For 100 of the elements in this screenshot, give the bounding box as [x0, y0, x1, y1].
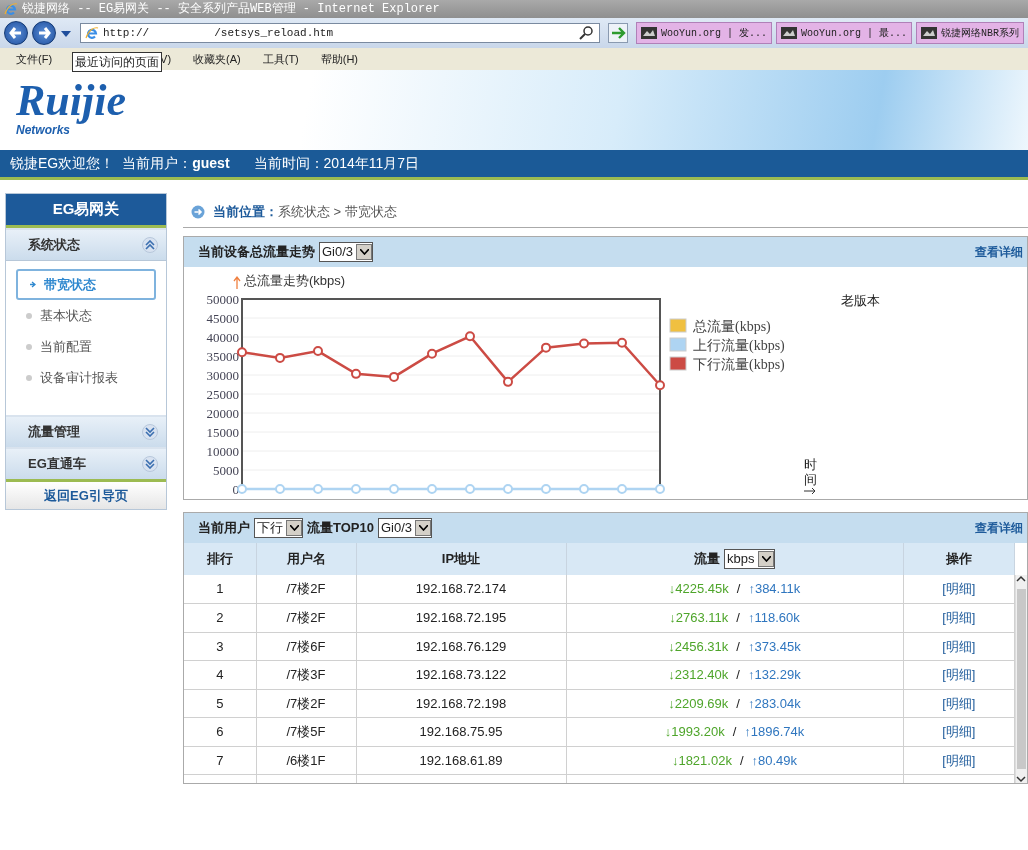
detail-link[interactable]: [明细]: [942, 695, 976, 711]
column-header: 用户名: [256, 543, 356, 575]
browser-tab[interactable]: WooYun.org | 最...: [775, 22, 912, 44]
table-cell: 4: [184, 660, 256, 689]
sidebar-item[interactable]: 设备审计报表: [14, 362, 158, 393]
sidebar-item[interactable]: 当前配置: [14, 331, 158, 362]
address-field[interactable]: http:// /setsys_reload.htm: [80, 23, 600, 43]
site-icon: [780, 26, 797, 39]
separator: /: [736, 666, 740, 684]
x-axis-title: 时间: [804, 458, 817, 487]
panel-title: 流量TOP10: [307, 519, 374, 538]
section-label: 流量管理: [28, 423, 80, 442]
y-tick-label: 5000: [213, 463, 239, 478]
y-tick-label: 45000: [206, 311, 239, 326]
data-point: [541, 484, 551, 494]
detail-link[interactable]: [明细]: [942, 752, 976, 768]
caret-icon: [290, 525, 299, 531]
y-tick-label: 0: [232, 482, 239, 497]
table-cell: 192.168.75.95: [356, 717, 566, 746]
old-version-label: 老版本: [841, 292, 880, 310]
section-header[interactable]: EG直通车: [6, 447, 166, 479]
data-point: [389, 484, 399, 494]
download-rate: ↓2312.40k: [668, 666, 729, 684]
browser-tab[interactable]: 锐捷网络NBR系列: [916, 22, 1024, 44]
detail-link[interactable]: [明细]: [942, 581, 976, 597]
unit-select[interactable]: kbps: [724, 549, 775, 569]
download-rate: ↓1993.20k: [664, 723, 725, 741]
tooltip: 最近访问的页面: [72, 52, 162, 72]
logo-subtitle: Networks: [16, 123, 71, 139]
details-link[interactable]: 查看详细: [975, 519, 1023, 537]
upload-rate: ↑1896.74k: [744, 723, 805, 741]
section-label: 系统状态: [28, 236, 80, 255]
back-link[interactable]: 返回EG引导页: [6, 479, 166, 509]
interface-select[interactable]: Gi0/3: [377, 518, 433, 538]
user-name: guest: [192, 154, 230, 173]
data-point: [541, 342, 551, 353]
detail-link[interactable]: [明细]: [942, 724, 976, 739]
download-rate: ↓2456.31k: [668, 637, 729, 656]
upload-rate: ↑373.45k: [747, 637, 801, 656]
table-cell: /7楼3F: [256, 660, 356, 689]
menu-item[interactable]: 工具(T): [262, 50, 299, 68]
table-cell: 6: [184, 717, 256, 746]
details-link[interactable]: 查看详细: [975, 243, 1023, 261]
separator: /: [736, 609, 740, 627]
y-tick-label: 50000: [206, 292, 239, 307]
current-time: 当前时间：2014年11月7日: [253, 154, 420, 173]
table-cell: /7楼6F: [256, 632, 356, 661]
table-cell: 192.168.72.195: [356, 603, 566, 632]
detail-link[interactable]: [明细]: [942, 610, 976, 625]
column-header: IP地址: [356, 543, 566, 575]
browser-tab[interactable]: WooYun.org | 发...: [635, 22, 772, 44]
menu-item[interactable]: 帮助(H): [320, 50, 359, 68]
section-header[interactable]: 系统状态: [6, 228, 166, 260]
legend-swatch: [669, 337, 687, 352]
legend-label: 下行流量(kbps): [693, 357, 785, 372]
data-point: [351, 484, 361, 494]
caret-icon: [360, 249, 370, 255]
table-cell: 1: [184, 575, 256, 604]
table-cell: /7楼2F: [256, 689, 356, 718]
bullet-icon: [26, 374, 32, 381]
data-point: [579, 484, 589, 494]
back-button[interactable]: [4, 21, 28, 45]
scrollbar[interactable]: [1015, 575, 1027, 783]
go-button[interactable]: [607, 23, 628, 43]
menu-item[interactable]: 收藏夹(A): [193, 50, 241, 68]
forward-button[interactable]: [32, 21, 56, 45]
table-cell: 192.168.76.129: [356, 632, 566, 661]
table-cell: 192.168.72.174: [356, 575, 566, 604]
detail-link[interactable]: [明细]: [942, 667, 976, 682]
direction-select[interactable]: 下行: [254, 518, 303, 538]
download-rate: ↓2209.69k: [668, 694, 729, 713]
data-point: [351, 368, 361, 379]
section-header[interactable]: 流量管理: [6, 415, 166, 447]
right-arrow-icon: [804, 487, 816, 495]
sidebar-item[interactable]: 基本状态: [14, 300, 158, 331]
interface-select[interactable]: Gi0/3: [319, 242, 374, 262]
data-point: [427, 348, 437, 359]
table-cell: 192.168.61.89: [356, 746, 566, 775]
upload-rate: ↑80.49k: [751, 751, 798, 770]
arrow-icon: [30, 281, 36, 288]
legend-swatch: [669, 356, 687, 371]
table-cell: /7楼2F: [256, 575, 356, 604]
table-cell: 7: [184, 746, 256, 775]
data-point: [465, 484, 475, 494]
y-tick-label: 15000: [206, 425, 239, 440]
download-rate: ↓1821.02k: [671, 751, 732, 770]
menu-item[interactable]: 文件(F): [16, 50, 53, 68]
table-cell: 192.168.72.198: [356, 689, 566, 718]
y-tick-label: 40000: [206, 330, 239, 345]
sidebar-item[interactable]: 带宽状态: [16, 269, 156, 300]
upload-rate: ↑384.11k: [748, 580, 801, 599]
search-icon[interactable]: [578, 24, 595, 41]
data-point: [503, 484, 513, 494]
separator: /: [736, 637, 740, 656]
separator: /: [736, 580, 741, 599]
data-point: [503, 376, 513, 387]
detail-link[interactable]: [明细]: [942, 638, 976, 654]
window-title: 锐捷网络 -- EG易网关 -- 安全系列产品WEB管理 - Internet Explorer: [22, 1, 440, 18]
y-tick-label: 10000: [206, 444, 239, 459]
caret-icon: [419, 525, 429, 531]
